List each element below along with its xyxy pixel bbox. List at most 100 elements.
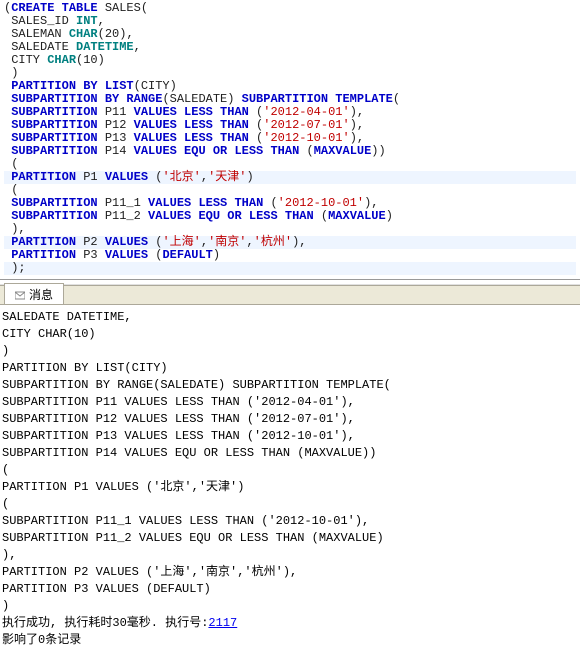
code-token: ) bbox=[386, 210, 393, 223]
code-token: P11 bbox=[98, 106, 134, 119]
code-token: , bbox=[98, 15, 105, 28]
code-token: '2012-10-01' bbox=[263, 132, 349, 145]
code-line[interactable]: SALEMAN CHAR(20), bbox=[4, 28, 576, 41]
code-token: PARTITION bbox=[11, 236, 76, 249]
code-token: , bbox=[299, 236, 306, 249]
code-token: SUBPARTITION bbox=[11, 145, 97, 158]
code-token: ) bbox=[350, 119, 357, 132]
code-token: CITY bbox=[141, 80, 170, 93]
code-token: P12 bbox=[98, 119, 134, 132]
code-token: SALEMAN bbox=[4, 28, 69, 41]
code-line[interactable]: PARTITION P1 VALUES ('北京','天津') bbox=[4, 171, 576, 184]
code-token: ( bbox=[148, 171, 162, 184]
code-token: VALUES LESS THAN bbox=[134, 119, 249, 132]
code-token: VALUES LESS THAN bbox=[134, 106, 249, 119]
code-token bbox=[4, 171, 11, 184]
code-token: ( bbox=[263, 197, 277, 210]
run-id-link[interactable]: 2117 bbox=[208, 616, 237, 630]
code-token: VALUES EQU OR LESS THAN bbox=[134, 145, 300, 158]
code-token bbox=[4, 210, 11, 223]
code-token: ( bbox=[76, 54, 83, 67]
code-token: P11_1 bbox=[98, 197, 148, 210]
code-token: ( bbox=[4, 2, 11, 15]
code-token: SALEDATE bbox=[170, 93, 228, 106]
code-token: , bbox=[246, 236, 253, 249]
output-line: SUBPARTITION P12 VALUES LESS THAN ('2012… bbox=[2, 411, 578, 428]
code-token: VALUES bbox=[105, 236, 148, 249]
output-line: PARTITION P1 VALUES ('北京','天津') bbox=[2, 479, 578, 496]
code-line[interactable]: SUBPARTITION P11_1 VALUES LESS THAN ('20… bbox=[4, 197, 576, 210]
code-token: SUBPARTITION BY RANGE bbox=[11, 93, 162, 106]
code-token: SALEDATE bbox=[4, 41, 76, 54]
code-token: CITY bbox=[4, 54, 47, 67]
code-token: ( bbox=[249, 106, 263, 119]
message-icon bbox=[15, 290, 25, 300]
code-token: '2012-10-01' bbox=[278, 197, 364, 210]
code-token: SUBPARTITION bbox=[11, 197, 97, 210]
code-line[interactable]: SUBPARTITION BY RANGE(SALEDATE) SUBPARTI… bbox=[4, 93, 576, 106]
code-token: ) bbox=[371, 145, 378, 158]
code-line[interactable]: (CREATE TABLE SALES( bbox=[4, 2, 576, 15]
code-line[interactable]: SUBPARTITION P13 VALUES LESS THAN ('2012… bbox=[4, 132, 576, 145]
code-token: ) bbox=[292, 236, 299, 249]
code-token bbox=[4, 236, 11, 249]
code-token: , bbox=[126, 28, 133, 41]
code-line[interactable]: ( bbox=[4, 184, 576, 197]
code-line[interactable]: CITY CHAR(10) bbox=[4, 54, 576, 67]
tab-messages[interactable]: 消息 bbox=[4, 283, 64, 304]
code-token: , bbox=[357, 106, 364, 119]
code-token: ( bbox=[134, 80, 141, 93]
output-line: PARTITION P3 VALUES (DEFAULT) bbox=[2, 581, 578, 598]
code-line[interactable]: PARTITION BY LIST(CITY) bbox=[4, 80, 576, 93]
code-token: ( bbox=[249, 132, 263, 145]
code-token: CHAR bbox=[47, 54, 76, 67]
code-token: , bbox=[18, 223, 25, 236]
code-token: ) bbox=[4, 67, 18, 80]
code-token: ( bbox=[141, 2, 148, 15]
output-panel[interactable]: SALEDATE DATETIME,CITY CHAR(10))PARTITIO… bbox=[0, 305, 580, 653]
code-line[interactable]: ) bbox=[4, 67, 576, 80]
code-line[interactable]: ( bbox=[4, 158, 576, 171]
output-line: PARTITION BY LIST(CITY) bbox=[2, 360, 578, 377]
code-line[interactable]: SUBPARTITION P14 VALUES EQU OR LESS THAN… bbox=[4, 145, 576, 158]
output-line: SUBPARTITION P11 VALUES LESS THAN ('2012… bbox=[2, 394, 578, 411]
code-token: ( bbox=[299, 145, 313, 158]
code-token: SUBPARTITION bbox=[11, 132, 97, 145]
code-token: DATETIME bbox=[76, 41, 134, 54]
code-token: ) bbox=[4, 223, 18, 236]
code-token bbox=[4, 249, 11, 262]
code-token: '上海' bbox=[162, 236, 200, 249]
output-line: ( bbox=[2, 462, 578, 479]
code-token: SALES_ID bbox=[4, 15, 76, 28]
code-line[interactable]: SUBPARTITION P11_2 VALUES EQU OR LESS TH… bbox=[4, 210, 576, 223]
code-token: ( bbox=[4, 184, 18, 197]
output-line: ), bbox=[2, 547, 578, 564]
code-token: 10 bbox=[83, 54, 97, 67]
code-token: '2012-04-01' bbox=[263, 106, 349, 119]
code-line[interactable]: ); bbox=[4, 262, 576, 275]
code-token: ) bbox=[98, 54, 105, 67]
code-line[interactable]: SUBPARTITION P12 VALUES LESS THAN ('2012… bbox=[4, 119, 576, 132]
sql-editor[interactable]: (CREATE TABLE SALES( SALES_ID INT, SALEM… bbox=[0, 0, 580, 277]
code-token: VALUES bbox=[105, 249, 148, 262]
code-line[interactable]: SALEDATE DATETIME, bbox=[4, 41, 576, 54]
code-token: ) bbox=[4, 262, 18, 275]
code-line[interactable]: SALES_ID INT, bbox=[4, 15, 576, 28]
output-line: SUBPARTITION P11_1 VALUES LESS THAN ('20… bbox=[2, 513, 578, 530]
code-token: ( bbox=[98, 28, 105, 41]
code-line[interactable]: SUBPARTITION P11 VALUES LESS THAN ('2012… bbox=[4, 106, 576, 119]
code-token: PARTITION BY LIST bbox=[11, 80, 133, 93]
code-token: '天津' bbox=[208, 171, 246, 184]
code-token bbox=[4, 93, 11, 106]
code-line[interactable]: PARTITION P3 VALUES (DEFAULT) bbox=[4, 249, 576, 262]
code-token: SUBPARTITION bbox=[11, 119, 97, 132]
code-token: ( bbox=[393, 93, 400, 106]
code-token bbox=[4, 145, 11, 158]
output-line: CITY CHAR(10) bbox=[2, 326, 578, 343]
code-token: ) bbox=[246, 171, 253, 184]
code-token: '2012-07-01' bbox=[263, 119, 349, 132]
code-line[interactable]: PARTITION P2 VALUES ('上海','南京','杭州'), bbox=[4, 236, 576, 249]
output-line: ) bbox=[2, 343, 578, 360]
code-token: PARTITION bbox=[11, 249, 76, 262]
code-token: '北京' bbox=[162, 171, 200, 184]
